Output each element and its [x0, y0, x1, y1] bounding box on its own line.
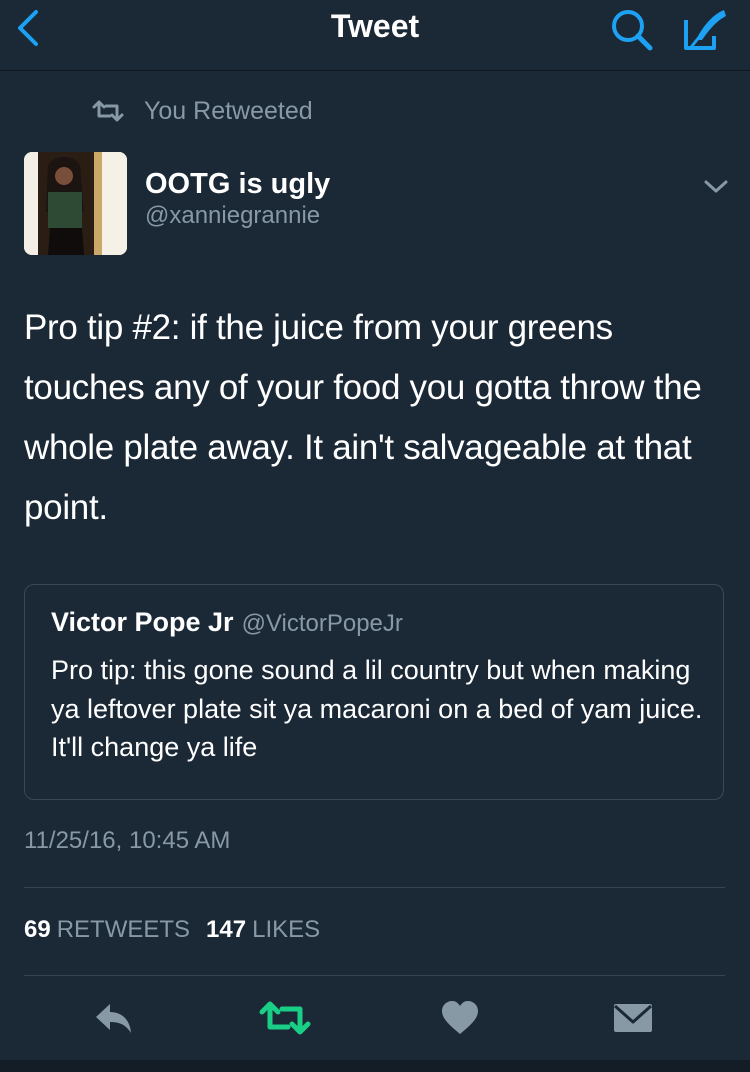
- quoted-tweet[interactable]: Victor Pope Jr @VictorPopeJr Pro tip: thi…: [24, 584, 724, 800]
- retweet-icon: [92, 100, 124, 122]
- tweet-text: Pro tip #2: if the juice from your green…: [24, 308, 702, 527]
- likes-label: LIKES: [252, 916, 321, 943]
- likes-stat[interactable]: 147 LIKES: [206, 916, 320, 943]
- avatar-image: [24, 152, 127, 255]
- retweet-context: You Retweeted: [90, 96, 313, 126]
- avatar[interactable]: [24, 152, 127, 255]
- bottom-bar: [0, 1060, 750, 1072]
- navigation-bar: Tweet: [0, 0, 750, 71]
- retweets-count: 69: [24, 916, 51, 943]
- chevron-down-icon[interactable]: [700, 176, 732, 198]
- direct-message-icon[interactable]: [612, 1000, 654, 1036]
- retweets-label: RETWEETS: [56, 916, 191, 943]
- retweets-stat[interactable]: 69 RETWEETS: [24, 916, 190, 943]
- reply-icon[interactable]: [92, 1000, 134, 1036]
- divider: [24, 887, 725, 888]
- quoted-author-handle: @VictorPopeJr: [241, 610, 403, 637]
- tweet-stats: 69 RETWEETS 147 LIKES: [24, 916, 320, 944]
- likes-count: 147: [206, 916, 247, 943]
- quoted-tweet-header: Victor Pope Jr @VictorPopeJr: [51, 607, 403, 638]
- author-handle[interactable]: @xanniegrannie: [145, 202, 320, 230]
- like-icon[interactable]: [440, 1000, 480, 1036]
- quoted-author-name: Victor Pope Jr: [51, 607, 234, 637]
- author-name[interactable]: OOTG is ugly: [145, 168, 330, 201]
- divider: [24, 975, 725, 976]
- retweet-icon[interactable]: [258, 1000, 312, 1036]
- compose-icon[interactable]: [680, 6, 730, 54]
- tweet-timestamp: 11/25/16, 10:45 AM: [24, 827, 231, 854]
- search-icon[interactable]: [608, 6, 656, 54]
- quoted-tweet-text: Pro tip: this gone sound a lil country b…: [51, 655, 703, 762]
- retweet-context-label: You Retweeted: [144, 96, 313, 125]
